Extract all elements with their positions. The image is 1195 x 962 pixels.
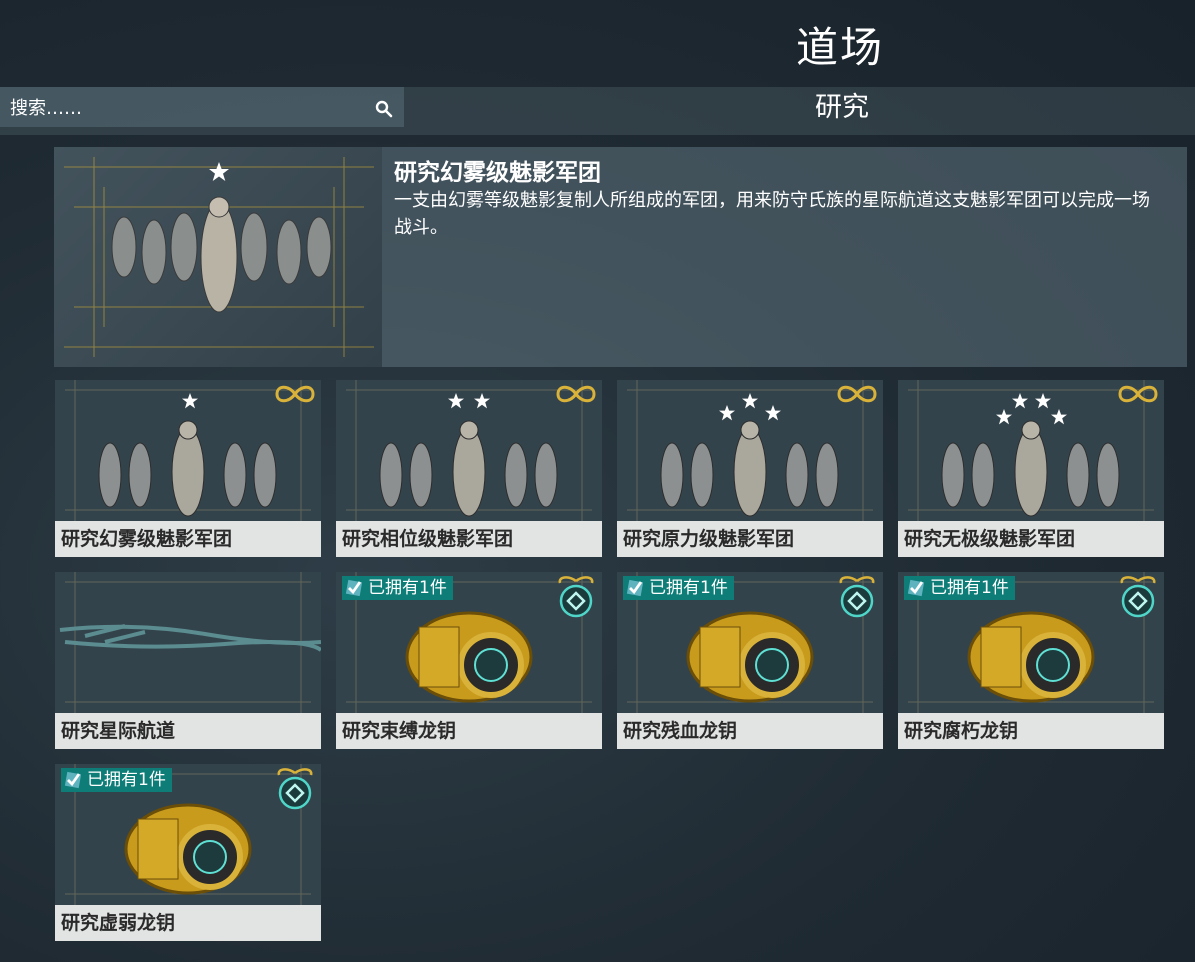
dragon-key-icon	[277, 768, 313, 810]
research-tile[interactable]: 已拥有1件研究腐朽龙钥	[898, 572, 1164, 749]
featured-panel: 研究幻雾级魅影军团 一支由幻雾等级魅影复制人所组成的军团，用来防守氏族的星际航道…	[54, 147, 1187, 367]
research-tile[interactable]: 研究幻雾级魅影军团	[55, 380, 321, 557]
infinity-icon	[1118, 385, 1158, 403]
owned-badge: 已拥有1件	[342, 576, 453, 600]
owned-badge: 已拥有1件	[61, 768, 172, 792]
tile-label: 研究原力级魅影军团	[617, 521, 883, 557]
featured-image	[54, 147, 382, 367]
tile-label: 研究腐朽龙钥	[898, 713, 1164, 749]
tile-image	[55, 572, 321, 713]
search-box[interactable]	[0, 87, 404, 127]
research-tile[interactable]: 已拥有1件研究虚弱龙钥	[55, 764, 321, 941]
star-icon	[996, 409, 1012, 425]
owned-count-text: 已拥有1件	[87, 770, 166, 790]
dragon-key-icon	[839, 576, 875, 618]
research-tile[interactable]: 研究无极级魅影军团	[898, 380, 1164, 557]
infinity-icon	[837, 385, 877, 403]
star-icon	[719, 405, 735, 421]
tile-label: 研究残血龙钥	[617, 713, 883, 749]
star-icon	[474, 393, 490, 409]
star-icon	[209, 162, 229, 181]
research-tile[interactable]: 已拥有1件研究残血龙钥	[617, 572, 883, 749]
star-icon	[742, 393, 758, 409]
featured-title: 研究幻雾级魅影军团	[394, 160, 601, 186]
star-icon	[765, 405, 781, 421]
page-title: 道场	[795, 23, 884, 72]
dragon-key-icon	[1120, 576, 1156, 618]
research-tile[interactable]: 研究相位级魅影军团	[336, 380, 602, 557]
owned-badge: 已拥有1件	[623, 576, 734, 600]
featured-description: 一支由幻雾等级魅影复制人所组成的军团，用来防守氏族的星际航道这支魅影军团可以完成…	[394, 190, 1150, 238]
research-tile[interactable]: 已拥有1件研究束缚龙钥	[336, 572, 602, 749]
tile-label: 研究幻雾级魅影军团	[55, 521, 321, 557]
section-title: 研究	[815, 92, 869, 123]
tile-label: 研究星际航道	[55, 713, 321, 749]
search-input[interactable]	[8, 91, 372, 125]
star-icon	[448, 393, 464, 409]
checkmark-icon	[907, 579, 925, 597]
tile-label: 研究虚弱龙钥	[55, 905, 321, 941]
infinity-icon	[556, 385, 596, 403]
infinity-icon	[275, 385, 315, 403]
star-icon	[1051, 409, 1067, 425]
checkmark-icon	[64, 771, 82, 789]
star-icon	[182, 393, 198, 409]
tile-label: 研究无极级魅影军团	[898, 521, 1164, 557]
owned-count-text: 已拥有1件	[649, 578, 728, 598]
research-tile[interactable]: 研究星际航道	[55, 572, 321, 749]
checkmark-icon	[626, 579, 644, 597]
research-tile[interactable]: 研究原力级魅影军团	[617, 380, 883, 557]
tile-label: 研究束缚龙钥	[336, 713, 602, 749]
checkmark-icon	[345, 579, 363, 597]
owned-count-text: 已拥有1件	[930, 578, 1009, 598]
search-icon[interactable]	[375, 100, 393, 118]
tile-label: 研究相位级魅影军团	[336, 521, 602, 557]
star-icon	[1012, 393, 1028, 409]
dragon-key-icon	[558, 576, 594, 618]
owned-count-text: 已拥有1件	[368, 578, 447, 598]
owned-badge: 已拥有1件	[904, 576, 1015, 600]
